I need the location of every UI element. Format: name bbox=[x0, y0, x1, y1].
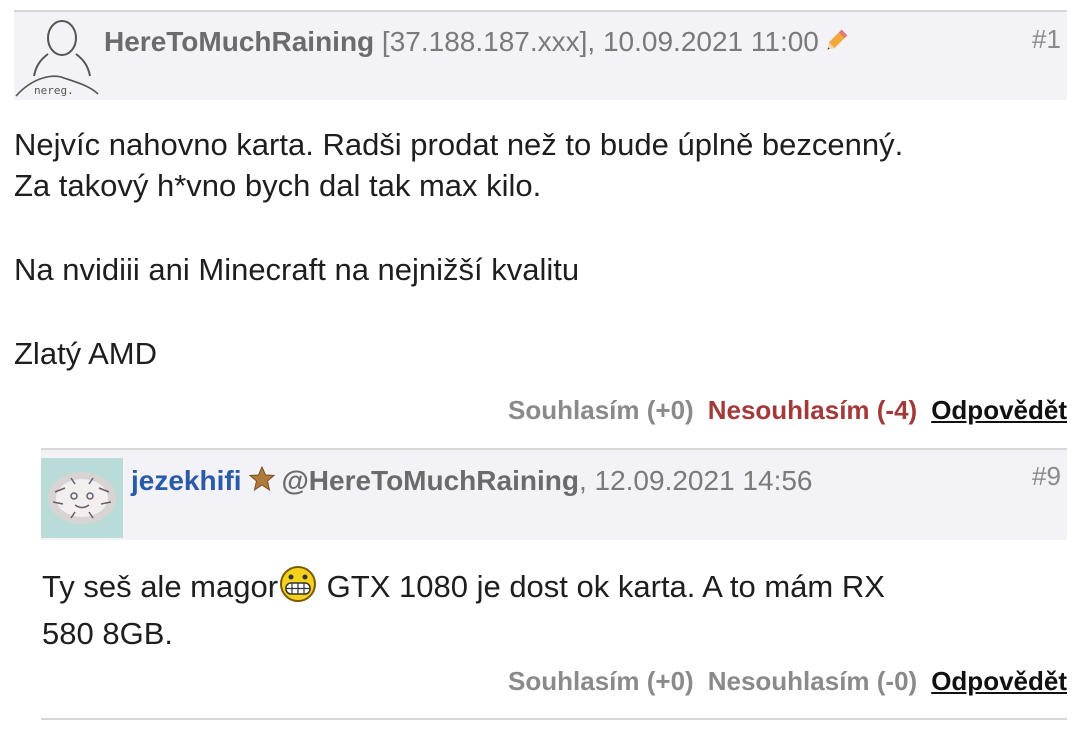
post-text-line: Zlatý AMD bbox=[14, 336, 157, 371]
anonymous-user-icon: nereg. bbox=[14, 16, 100, 98]
reply-body: Ty seš ale magor GTX 1080 je dost ok kar… bbox=[42, 565, 1052, 654]
avatar-label: nereg. bbox=[34, 84, 74, 97]
author-name[interactable]: jezekhifi bbox=[131, 465, 241, 496]
user-avatar[interactable] bbox=[41, 458, 123, 538]
pencil-icon bbox=[823, 28, 849, 61]
post-text-line: Za takový h*vno bych dal tak max kilo. bbox=[14, 168, 542, 203]
post-actions: Souhlasím (+0) Nesouhlasím (-4) Odpovědět bbox=[494, 395, 1067, 426]
agree-button[interactable]: Souhlasím (+0) bbox=[508, 666, 694, 696]
disagree-button[interactable]: Nesouhlasím (-4) bbox=[708, 395, 918, 425]
post-number[interactable]: #1 bbox=[1032, 24, 1061, 55]
author-name[interactable]: HereToMuchRaining bbox=[104, 26, 374, 57]
text-fragment: Ty seš ale magor bbox=[42, 569, 279, 604]
post-meta: , 12.09.2021 14:56 bbox=[578, 465, 813, 496]
post-text-line: Ty seš ale magor GTX 1080 je dost ok kar… bbox=[42, 565, 1052, 613]
post-divider-bottom bbox=[41, 718, 1067, 720]
text-fragment: GTX 1080 je dost ok karta. A to mám RX bbox=[318, 569, 885, 604]
post-number[interactable]: #9 bbox=[1032, 461, 1061, 492]
agree-button[interactable]: Souhlasím (+0) bbox=[508, 395, 694, 425]
reply-mention[interactable]: @HereToMuchRaining bbox=[281, 465, 578, 496]
star-badge-icon bbox=[249, 465, 276, 499]
disagree-button[interactable]: Nesouhlasím (-0) bbox=[708, 666, 918, 696]
reply-link[interactable]: Odpovědět bbox=[931, 666, 1067, 696]
post-text-line: Nejvíc nahovno karta. Radši prodat než t… bbox=[14, 127, 904, 162]
post-text-line: 580 8GB. bbox=[42, 616, 173, 651]
reply-author-line: jezekhifi @HereToMuchRaining, 12.09.2021 … bbox=[131, 465, 813, 499]
post-body: Nejvíc nahovno karta. Radši prodat než t… bbox=[14, 124, 1064, 374]
post-author-line: HereToMuchRaining [37.188.187.xxx], 10.0… bbox=[104, 26, 849, 61]
grinning-smiley-icon bbox=[278, 565, 318, 613]
post-actions: Souhlasím (+0) Nesouhlasím (-0) Odpovědět bbox=[494, 666, 1067, 697]
reply-link[interactable]: Odpovědět bbox=[931, 395, 1067, 425]
post-meta: [37.188.187.xxx], 10.09.2021 11:00 bbox=[374, 26, 819, 57]
post-text-line: Na nvidiii ani Minecraft na nejnižší kva… bbox=[14, 252, 580, 287]
